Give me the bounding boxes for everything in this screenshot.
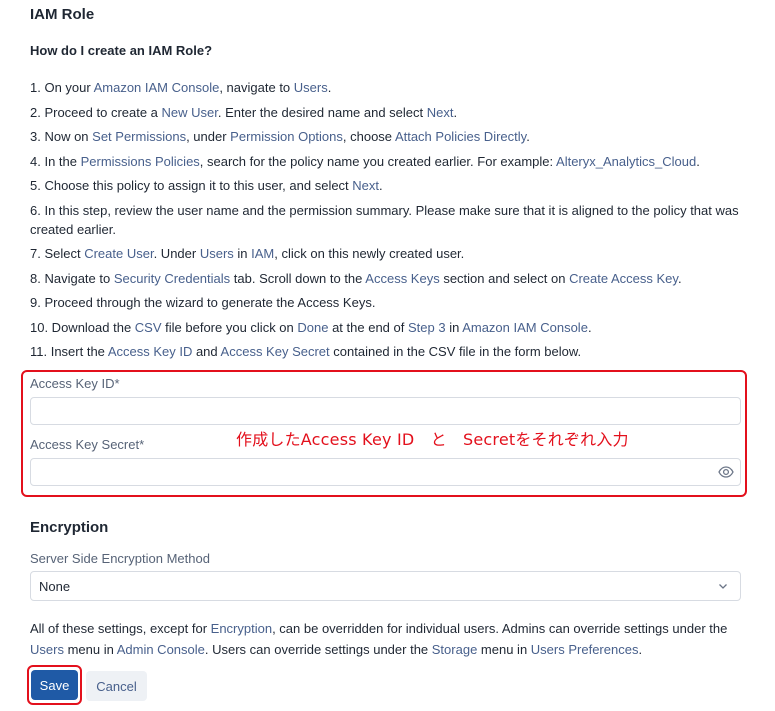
- text-segment: .: [638, 642, 643, 657]
- text-segment: at the end of: [328, 319, 408, 335]
- highlighted-term: Next: [352, 178, 380, 193]
- page-title: IAM Role: [30, 6, 95, 23]
- text-segment: 1. On your: [30, 80, 94, 95]
- highlighted-term: Done: [297, 319, 329, 335]
- instruction-step: 4. In the Permissions Policies, search f…: [30, 152, 742, 171]
- text-segment: contained in the CSV file in the form be…: [329, 344, 582, 359]
- annotation-text: 作成したAccess Key ID と Secretをそれぞれ入力: [236, 430, 629, 449]
- text-segment: , click on this newly created user.: [274, 246, 465, 261]
- access-key-secret-label: Access Key Secret*: [30, 437, 145, 452]
- cancel-button[interactable]: Cancel: [86, 671, 147, 701]
- text-segment: and: [192, 344, 221, 359]
- text-segment: , choose: [342, 129, 395, 144]
- text-segment: menu in: [477, 642, 531, 657]
- text-segment: .: [453, 104, 458, 120]
- highlighted-term: IAM: [251, 246, 275, 261]
- highlighted-term: Amazon IAM Console: [93, 80, 220, 95]
- text-segment: 5. Choose this policy to assign it to th…: [30, 178, 353, 193]
- highlighted-term: Storage: [431, 642, 478, 657]
- text-segment: , search for the policy name you created…: [199, 153, 557, 169]
- text-segment: .: [327, 80, 332, 95]
- highlighted-term: Encryption: [210, 621, 273, 636]
- text-segment: menu in: [63, 642, 117, 657]
- access-key-secret-input[interactable]: [30, 458, 741, 486]
- highlighted-term: Step 3: [407, 319, 446, 335]
- highlighted-term: Create Access Key: [569, 270, 678, 286]
- text-segment: . Under: [153, 246, 200, 261]
- text-segment: . Enter the desired name and select: [217, 104, 427, 120]
- instructions-list: 1. On your Amazon IAM Console, navigate …: [30, 78, 742, 367]
- instruction-step: 1. On your Amazon IAM Console, navigate …: [30, 78, 742, 97]
- text-segment: , can be overridden for individual users…: [272, 621, 728, 636]
- highlighted-term: Next: [426, 104, 454, 120]
- instruction-step: 3. Now on Set Permissions, under Permiss…: [30, 127, 742, 146]
- eye-icon[interactable]: [718, 465, 734, 479]
- section-subtitle: How do I create an IAM Role?: [30, 43, 213, 58]
- instruction-step: 2. Proceed to create a New User. Enter t…: [30, 103, 742, 122]
- access-key-id-input[interactable]: [30, 397, 741, 425]
- text-segment: .: [696, 153, 700, 169]
- encryption-method-label: Server Side Encryption Method: [30, 551, 210, 566]
- highlighted-term: Access Keys: [365, 270, 440, 286]
- highlighted-term: Admin Console: [116, 642, 205, 657]
- highlighted-term: Access Key Secret: [220, 344, 330, 359]
- highlighted-term: Permissions Policies: [80, 153, 200, 169]
- highlighted-term: Access Key ID: [107, 344, 193, 359]
- text-segment: , under: [186, 129, 231, 144]
- instruction-step: 10. Download the CSV file before you cli…: [30, 318, 742, 337]
- highlighted-term: Security Credentials: [113, 270, 231, 286]
- instruction-step: 11. Insert the Access Key ID and Access …: [30, 342, 742, 361]
- text-segment: 9. Proceed through the wizard to generat…: [30, 295, 376, 310]
- save-button[interactable]: Save: [31, 670, 78, 700]
- text-segment: tab. Scroll down to the: [230, 270, 366, 286]
- text-segment: 8. Navigate to: [30, 270, 114, 286]
- highlighted-term: Amazon IAM Console: [462, 319, 588, 335]
- highlighted-term: New User: [161, 104, 218, 120]
- text-segment: file before you click on: [161, 319, 298, 335]
- highlighted-term: Set Permissions: [92, 129, 187, 144]
- highlighted-term: CSV: [134, 319, 162, 335]
- text-segment: in: [445, 319, 463, 335]
- highlighted-term: Users: [30, 642, 64, 657]
- instruction-step: 5. Choose this policy to assign it to th…: [30, 176, 742, 195]
- highlighted-term: Create User: [84, 246, 154, 261]
- text-segment: 10. Download the: [30, 319, 135, 335]
- highlighted-term: Permission Options: [230, 129, 343, 144]
- highlighted-term: Users: [199, 246, 234, 261]
- text-segment: .: [379, 178, 383, 193]
- highlighted-term: Alteryx_Analytics_Cloud: [556, 153, 697, 169]
- text-segment: .: [677, 270, 682, 286]
- encryption-method-value: None: [39, 579, 71, 594]
- encryption-method-select[interactable]: None: [30, 571, 741, 601]
- text-segment: in: [233, 246, 252, 261]
- instruction-step: 7. Select Create User. Under Users in IA…: [30, 244, 742, 263]
- instruction-step: 9. Proceed through the wizard to generat…: [30, 293, 742, 312]
- text-segment: 3. Now on: [30, 129, 93, 144]
- text-segment: 7. Select: [30, 246, 85, 261]
- highlighted-term: Users Preferences: [530, 642, 639, 657]
- highlighted-term: Attach Policies Directly: [394, 129, 527, 144]
- text-segment: 4. In the: [30, 153, 81, 169]
- access-key-id-label: Access Key ID*: [30, 376, 120, 391]
- chevron-down-icon: [719, 584, 727, 589]
- highlighted-term: Users: [293, 80, 328, 95]
- instruction-step: 6. In this step, review the user name an…: [30, 201, 742, 239]
- text-segment: 6. In this step, review the user name an…: [30, 202, 739, 237]
- text-segment: .: [587, 319, 592, 335]
- text-segment: section and select on: [439, 270, 570, 286]
- text-segment: All of these settings, except for: [30, 621, 211, 636]
- text-segment: .: [526, 129, 530, 144]
- text-segment: . Users can override settings under the: [204, 642, 432, 657]
- instruction-step: 8. Navigate to Security Credentials tab.…: [30, 269, 742, 288]
- text-segment: , navigate to: [219, 80, 294, 95]
- encryption-title: Encryption: [30, 519, 109, 536]
- text-segment: 2. Proceed to create a: [30, 104, 162, 120]
- override-note: All of these settings, except for Encryp…: [30, 618, 742, 660]
- text-segment: 11. Insert the: [30, 344, 108, 359]
